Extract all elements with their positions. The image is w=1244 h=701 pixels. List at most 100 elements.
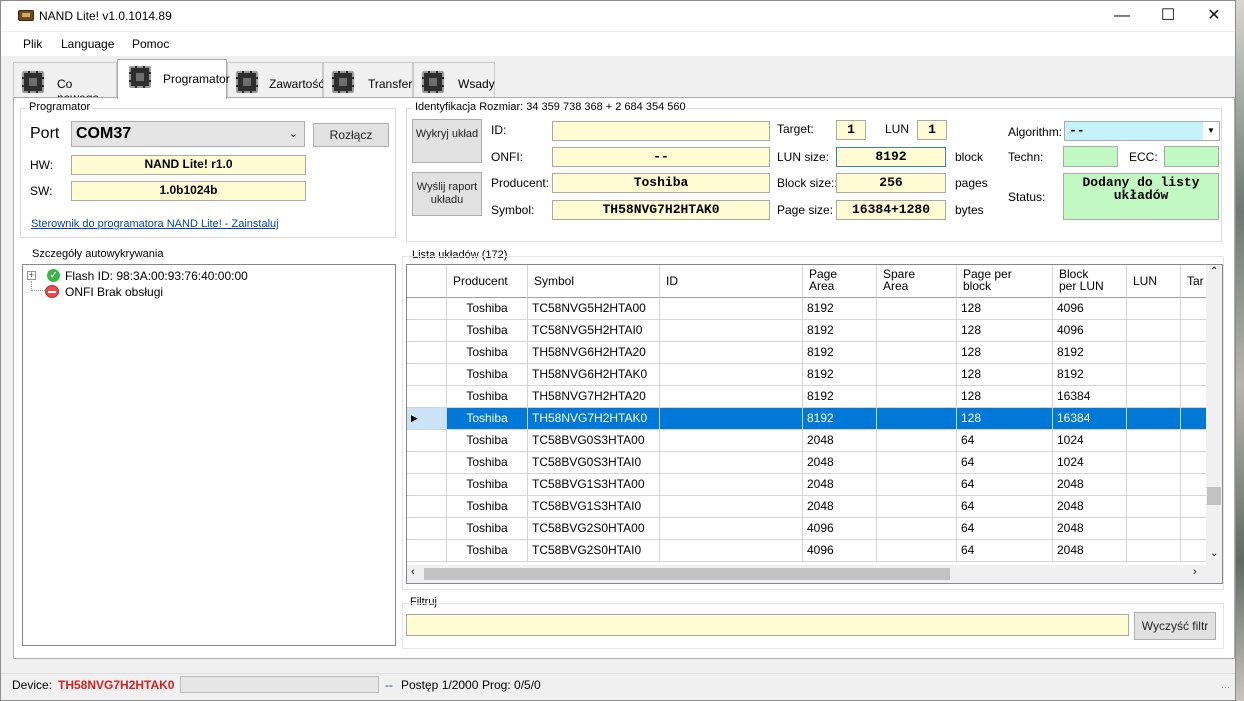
table-row[interactable]: Toshiba TC58BVG1S3HTAI0 2048 64 2048 [407, 496, 1207, 518]
table-cell[interactable]: 1024 [1053, 430, 1127, 452]
table-cell[interactable]: 2048 [803, 474, 877, 496]
col-page-per-block[interactable]: Page per block [957, 265, 1053, 298]
table-cell[interactable]: 8192 [803, 298, 877, 320]
table-cell[interactable] [660, 496, 803, 518]
table-cell[interactable] [877, 540, 957, 562]
table-cell[interactable]: 16384 [1053, 408, 1127, 430]
filter-input[interactable] [406, 614, 1129, 636]
table-cell[interactable]: TH58NVG7H2HTAK0 [528, 408, 660, 430]
table-row[interactable]: Toshiba TC58BVG2S0HTAI0 4096 64 2048 [407, 540, 1207, 562]
scroll-right-icon[interactable]: › [1193, 566, 1197, 578]
row-header[interactable] [407, 496, 447, 518]
table-cell[interactable] [1181, 430, 1207, 452]
table-cell[interactable]: 2048 [1053, 518, 1127, 540]
table-cell[interactable]: 8192 [1053, 364, 1127, 386]
table-cell[interactable]: 4096 [1053, 298, 1127, 320]
table-cell[interactable]: 2048 [803, 452, 877, 474]
menu-pomoc[interactable]: Pomoc [132, 37, 169, 51]
row-header[interactable]: ▶ [407, 408, 447, 430]
table-cell[interactable]: Toshiba [447, 518, 528, 540]
table-cell[interactable] [660, 364, 803, 386]
table-cell[interactable]: Toshiba [447, 298, 528, 320]
tree-item-onfi[interactable]: ONFI Brak obsługi [27, 281, 387, 301]
table-cell[interactable] [1127, 364, 1181, 386]
table-cell[interactable] [877, 320, 957, 342]
table-cell[interactable] [877, 474, 957, 496]
table-cell[interactable] [1127, 386, 1181, 408]
table-cell[interactable]: 4096 [1053, 320, 1127, 342]
col-symbol[interactable]: Symbol [528, 265, 660, 298]
table-cell[interactable]: 64 [957, 452, 1053, 474]
table-cell[interactable]: 4096 [803, 518, 877, 540]
table-cell[interactable] [877, 496, 957, 518]
tab-transfer[interactable]: Transfer [323, 62, 413, 98]
table-cell[interactable] [1181, 474, 1207, 496]
col-spare-area[interactable]: Spare Area [877, 265, 957, 298]
expand-icon[interactable]: + [27, 271, 36, 280]
table-cell[interactable]: 8192 [803, 408, 877, 430]
table-cell[interactable]: Toshiba [447, 320, 528, 342]
table-cell[interactable]: 2048 [803, 430, 877, 452]
horizontal-scroll-thumb[interactable] [424, 568, 950, 580]
table-cell[interactable] [1127, 452, 1181, 474]
table-row[interactable]: Toshiba TC58NVG5H2HTA00 8192 128 4096 [407, 298, 1207, 320]
resize-grip-icon[interactable]: ⋯ [1221, 682, 1230, 693]
table-cell[interactable] [1181, 496, 1207, 518]
table-cell[interactable]: 2048 [1053, 540, 1127, 562]
table-cell[interactable] [1181, 540, 1207, 562]
table-cell[interactable]: 64 [957, 496, 1053, 518]
table-cell[interactable]: Toshiba [447, 408, 528, 430]
col-block-per-lun[interactable]: Block per LUN [1053, 265, 1127, 298]
table-cell[interactable]: TC58BVG2S0HTA00 [528, 518, 660, 540]
table-cell[interactable]: TC58BVG2S0HTAI0 [528, 540, 660, 562]
table-cell[interactable] [660, 540, 803, 562]
table-cell[interactable]: Toshiba [447, 540, 528, 562]
table-cell[interactable] [1181, 364, 1207, 386]
row-header[interactable] [407, 298, 447, 320]
table-cell[interactable]: Toshiba [447, 342, 528, 364]
table-cell[interactable]: Toshiba [447, 364, 528, 386]
table-cell[interactable] [660, 452, 803, 474]
table-cell[interactable]: 64 [957, 430, 1053, 452]
vertical-scroll-thumb[interactable] [1207, 487, 1221, 505]
lun-size-field[interactable]: 8192 [836, 147, 946, 167]
table-cell[interactable] [877, 452, 957, 474]
table-cell[interactable] [660, 408, 803, 430]
table-cell[interactable]: 64 [957, 518, 1053, 540]
table-cell[interactable] [877, 364, 957, 386]
table-row[interactable]: Toshiba TH58NVG6H2HTAK0 8192 128 8192 [407, 364, 1207, 386]
table-cell[interactable]: TC58NVG5H2HTA00 [528, 298, 660, 320]
table-cell[interactable]: Toshiba [447, 452, 528, 474]
table-cell[interactable] [1181, 298, 1207, 320]
table-row[interactable]: Toshiba TC58BVG2S0HTA00 4096 64 2048 [407, 518, 1207, 540]
table-cell[interactable]: 128 [957, 364, 1053, 386]
maximize-button[interactable]: ☐ [1145, 1, 1191, 31]
scroll-down-icon[interactable]: ⌄ [1210, 548, 1218, 559]
block-size-field[interactable]: 256 [836, 173, 946, 193]
row-header[interactable] [407, 540, 447, 562]
disconnect-button[interactable]: Rozłącz [313, 123, 389, 147]
table-cell[interactable] [877, 408, 957, 430]
page-size-field[interactable]: 16384+1280 [836, 200, 946, 220]
vertical-scrollbar[interactable]: ⌃ ⌄ [1206, 265, 1222, 565]
tab-zawartosc[interactable]: Zawartość [227, 62, 324, 98]
table-cell[interactable] [1181, 452, 1207, 474]
table-cell[interactable]: TC58BVG1S3HTA00 [528, 474, 660, 496]
col-producent[interactable]: Producent [447, 265, 528, 298]
table-cell[interactable] [660, 320, 803, 342]
row-header[interactable] [407, 364, 447, 386]
table-cell[interactable]: 2048 [1053, 474, 1127, 496]
table-cell[interactable]: TH58NVG6H2HTAK0 [528, 364, 660, 386]
row-header[interactable] [407, 386, 447, 408]
table-cell[interactable] [1127, 430, 1181, 452]
table-row[interactable]: Toshiba TH58NVG7H2HTA20 8192 128 16384 [407, 386, 1207, 408]
port-select[interactable]: COM37 ⌄ [71, 121, 305, 147]
table-cell[interactable]: 1024 [1053, 452, 1127, 474]
table-cell[interactable] [1181, 386, 1207, 408]
table-cell[interactable]: TC58BVG0S3HTAI0 [528, 452, 660, 474]
scroll-up-icon[interactable]: ⌃ [1210, 266, 1218, 277]
row-header[interactable] [407, 474, 447, 496]
table-row[interactable]: ▶ Toshiba TH58NVG7H2HTAK0 8192 128 16384 [407, 408, 1207, 430]
table-cell[interactable]: 4096 [803, 540, 877, 562]
table-cell[interactable]: 16384 [1053, 386, 1127, 408]
